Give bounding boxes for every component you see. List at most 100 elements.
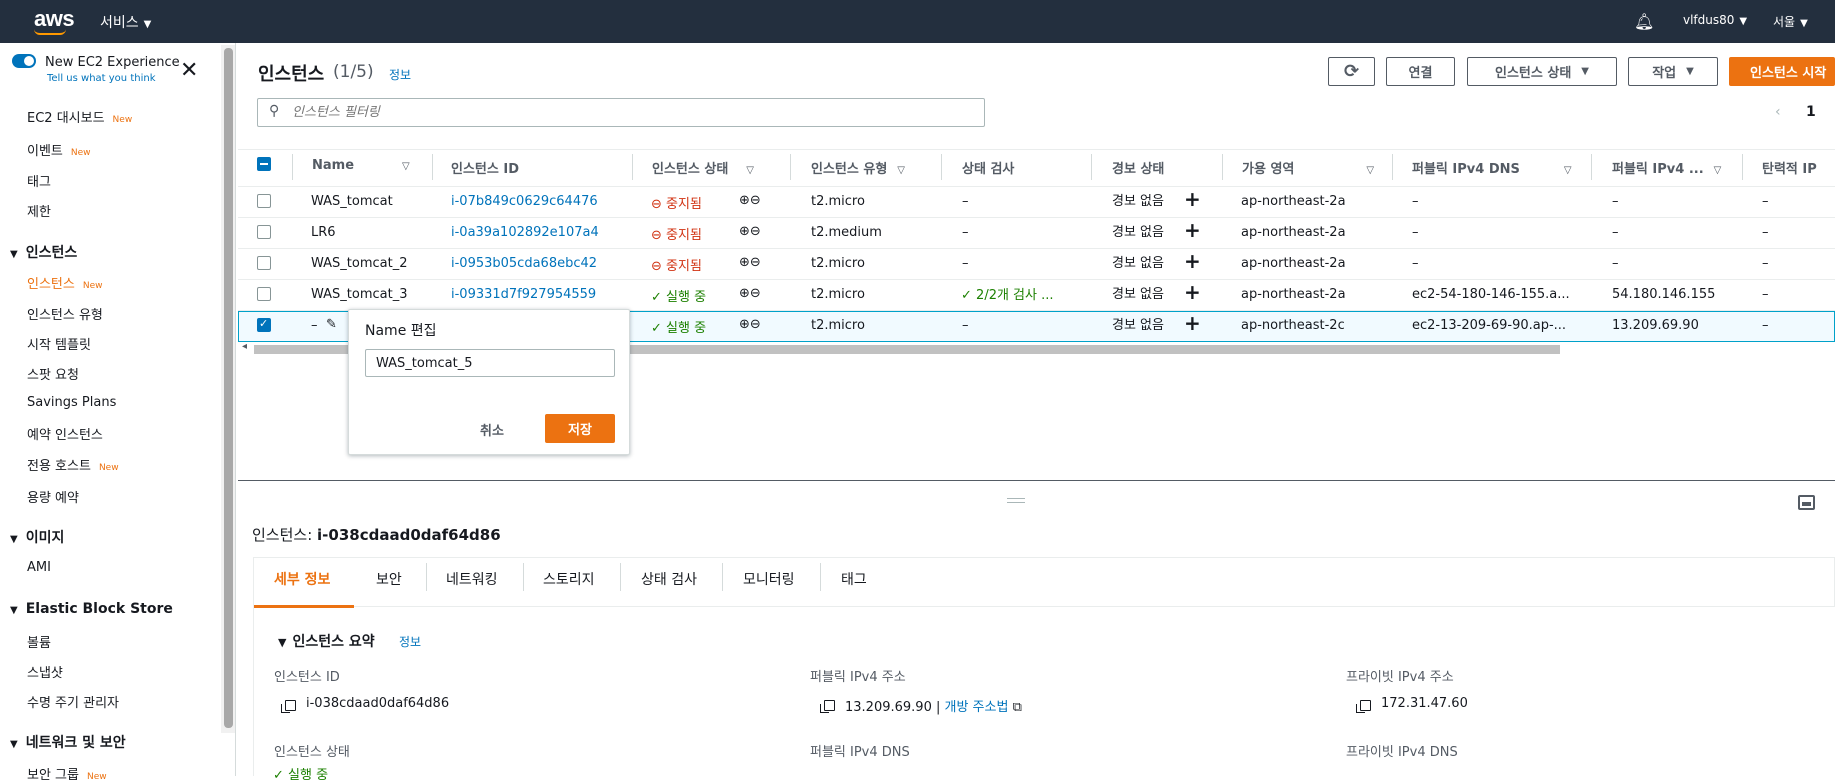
- refresh-button[interactable]: ⟳: [1328, 57, 1375, 86]
- row-checkbox[interactable]: [257, 256, 271, 270]
- sidebar-item-lifecycle-manager[interactable]: 수명 주기 관리자: [27, 692, 119, 711]
- services-menu[interactable]: 서비스 ▼: [100, 12, 151, 32]
- column-header-status-check[interactable]: 상태 검사: [962, 158, 1014, 177]
- sidebar-item-reserved-instances[interactable]: 예약 인스턴스: [27, 424, 103, 443]
- sidebar-item-instance-types[interactable]: 인스턴스 유형: [27, 304, 103, 323]
- sidebar-scrollbar-thumb[interactable]: [224, 48, 233, 728]
- sidebar-section-ebs[interactable]: ▼ Elastic Block Store: [10, 601, 173, 617]
- running-check-icon: ✓: [651, 321, 662, 336]
- column-header-instance-id[interactable]: 인스턴스 ID: [451, 158, 519, 177]
- feedback-link[interactable]: Tell us what you think: [47, 73, 156, 84]
- resize-grip-icon[interactable]: [1007, 498, 1025, 503]
- zoom-icons[interactable]: ⊕⊖: [739, 193, 761, 208]
- add-alarm-icon[interactable]: +: [1184, 282, 1201, 302]
- user-menu[interactable]: vlfdus80 ▼: [1683, 13, 1747, 27]
- column-header-elastic-ip[interactable]: 탄력적 IP: [1762, 158, 1817, 177]
- region-menu[interactable]: 서울 ▼: [1773, 13, 1808, 30]
- new-experience-toggle[interactable]: [12, 54, 36, 68]
- sidebar-section-network-security[interactable]: ▼ 네트워크 및 보안: [10, 732, 126, 752]
- row-checkbox[interactable]: [257, 194, 271, 208]
- external-link-icon[interactable]: ⧉: [1013, 700, 1022, 715]
- column-header-availability-zone[interactable]: 가용 영역 ▽: [1242, 158, 1374, 177]
- sidebar-item-dedicated-hosts[interactable]: 전용 호스트 New: [27, 455, 119, 474]
- instance-id-link[interactable]: i-09331d7f927954559: [451, 287, 596, 302]
- sidebar-item-label: 이벤트: [27, 144, 63, 159]
- select-all-checkbox[interactable]: [257, 157, 271, 171]
- split-panel-divider[interactable]: [238, 480, 1835, 481]
- summary-info-link[interactable]: 정보: [399, 633, 421, 650]
- sidebar-section-instances[interactable]: ▼ 인스턴스: [10, 242, 77, 262]
- instance-summary-heading[interactable]: ▼ 인스턴스 요약: [278, 631, 375, 651]
- new-experience-label: New EC2 Experience: [45, 55, 180, 70]
- sidebar-item-savings-plans[interactable]: Savings Plans: [27, 395, 116, 410]
- copy-icon[interactable]: [281, 700, 296, 713]
- sidebar-item-security-groups[interactable]: 보안 그룹 New: [27, 764, 107, 783]
- add-alarm-icon[interactable]: +: [1184, 251, 1201, 271]
- row-checkbox-checked[interactable]: [257, 317, 271, 332]
- zoom-icons[interactable]: ⊕⊖: [739, 224, 761, 239]
- stopped-icon: ⊖: [651, 228, 662, 243]
- sidebar-item-volumes[interactable]: 볼륨: [27, 632, 51, 651]
- column-header-name[interactable]: Name ▽: [312, 158, 410, 173]
- search-input[interactable]: [292, 102, 972, 123]
- actions-button[interactable]: 작업 ▼: [1628, 57, 1718, 86]
- name-input[interactable]: [365, 349, 615, 377]
- column-header-public-ip[interactable]: 퍼블릭 IPv4 ... ▽: [1612, 158, 1721, 177]
- sidebar-section-images[interactable]: ▼ 이미지: [10, 527, 64, 547]
- previous-page-icon[interactable]: ‹: [1775, 104, 1781, 120]
- sort-icon: ▽: [897, 165, 905, 176]
- panel-layout-icon[interactable]: [1798, 495, 1815, 510]
- bell-icon[interactable]: 🔔︎: [1634, 12, 1654, 31]
- scroll-left-icon[interactable]: ◂: [242, 341, 247, 352]
- column-header-instance-state[interactable]: 인스턴스 상태 ▽: [652, 158, 754, 177]
- zoom-icons[interactable]: ⊕⊖: [739, 317, 761, 332]
- instance-id-link[interactable]: i-07b849c0629c64476: [451, 194, 598, 209]
- save-button[interactable]: 저장: [545, 414, 615, 443]
- add-alarm-icon[interactable]: +: [1184, 189, 1201, 209]
- column-header-public-dns[interactable]: 퍼블릭 IPv4 DNS ▽: [1412, 158, 1572, 177]
- connect-button[interactable]: 연결: [1386, 57, 1455, 86]
- info-link[interactable]: 정보: [389, 66, 411, 83]
- tab-monitoring[interactable]: 모니터링: [743, 569, 795, 589]
- sidebar-item-launch-templates[interactable]: 시작 템플릿: [27, 334, 91, 353]
- new-badge: New: [82, 281, 103, 291]
- sidebar-item-snapshots[interactable]: 스냅샷: [27, 662, 63, 681]
- zoom-icons[interactable]: ⊕⊖: [739, 255, 761, 270]
- alarm-status: 경보 없음: [1112, 287, 1164, 302]
- tab-details[interactable]: 세부 정보: [274, 569, 330, 589]
- sidebar-item-capacity-reservations[interactable]: 용량 예약: [27, 487, 79, 506]
- sidebar-item-instances[interactable]: 인스턴스 New: [27, 273, 102, 292]
- column-header-instance-type[interactable]: 인스턴스 유형 ▽: [811, 158, 905, 177]
- launch-instance-button[interactable]: 인스턴스 시작: [1729, 57, 1835, 86]
- tab-storage[interactable]: 스토리지: [543, 569, 595, 589]
- open-address-link[interactable]: 개방 주소법: [945, 700, 1009, 715]
- cancel-button[interactable]: 취소: [480, 420, 504, 439]
- sidebar-item-limits[interactable]: 제한: [27, 201, 51, 220]
- instance-id-link[interactable]: i-0953b05cda68ebc42: [451, 256, 597, 271]
- filter-search-box[interactable]: ⚲: [257, 98, 985, 127]
- column-header-alarm-status[interactable]: 경보 상태: [1112, 158, 1164, 177]
- row-checkbox[interactable]: [257, 225, 271, 239]
- add-alarm-icon[interactable]: +: [1184, 220, 1201, 240]
- tab-status-checks[interactable]: 상태 검사: [641, 569, 697, 589]
- sidebar-item-spot-requests[interactable]: 스팟 요청: [27, 364, 79, 383]
- sidebar-item-ami[interactable]: AMI: [27, 560, 51, 575]
- instance-id-link[interactable]: i-0a39a102892e107a4: [451, 225, 599, 240]
- instance-state-button[interactable]: 인스턴스 상태 ▼: [1467, 57, 1617, 86]
- sidebar-item-events[interactable]: 이벤트 New: [27, 140, 91, 159]
- page-number[interactable]: 1: [1806, 104, 1816, 120]
- edit-name-icon[interactable]: ✎: [326, 317, 337, 332]
- row-checkbox[interactable]: [257, 287, 271, 301]
- add-alarm-icon[interactable]: +: [1184, 313, 1201, 333]
- copy-icon[interactable]: [1356, 700, 1371, 713]
- copy-icon[interactable]: [820, 700, 835, 713]
- sidebar-item-dashboard[interactable]: EC2 대시보드 New: [27, 107, 132, 126]
- close-icon[interactable]: ✕: [180, 60, 198, 82]
- instance-state: ✓ 실행 중: [651, 286, 706, 305]
- tab-security[interactable]: 보안: [376, 569, 402, 589]
- sidebar-item-tags[interactable]: 태그: [27, 171, 51, 190]
- tab-networking[interactable]: 네트워킹: [446, 569, 498, 589]
- chevron-down-icon: ▼: [1800, 18, 1808, 29]
- tab-tags[interactable]: 태그: [841, 569, 867, 589]
- zoom-icons[interactable]: ⊕⊖: [739, 286, 761, 301]
